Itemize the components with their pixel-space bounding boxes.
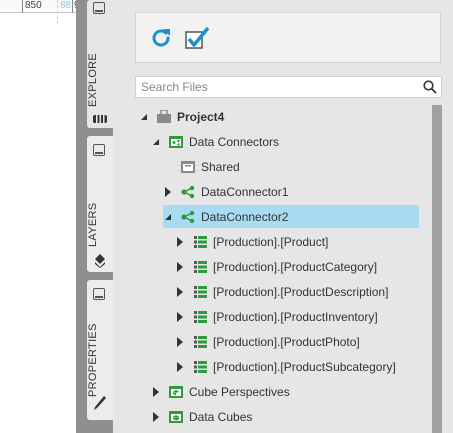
cube-perspectives-folder-icon xyxy=(169,385,183,399)
pin-icon[interactable] xyxy=(93,2,105,14)
tree-item-project[interactable]: Project4 xyxy=(139,105,224,128)
tree-item-dataconnector1[interactable]: DataConnector1 xyxy=(163,180,288,203)
tree-item-label: Data Connectors xyxy=(189,134,280,149)
table-icon xyxy=(193,335,207,349)
expand-arrow-icon[interactable] xyxy=(163,205,173,228)
tree-item-label: Shared xyxy=(201,159,240,174)
tree-item-label: [Production].[ProductCategory] xyxy=(213,259,378,274)
tree-item-label: Data Cubes xyxy=(189,409,253,424)
vertical-scrollbar[interactable] xyxy=(432,105,442,433)
pin-icon[interactable] xyxy=(93,144,105,156)
tab-explore-label: EXPLORE xyxy=(87,52,99,108)
tree-item-table[interactable]: [Production].[ProductSubcategory] xyxy=(175,355,396,378)
tree-item-table[interactable]: [Production].[Product] xyxy=(175,230,328,253)
data-cubes-folder-icon xyxy=(169,410,183,424)
data-connectors-folder-icon xyxy=(169,135,183,149)
collapse-arrow-icon[interactable] xyxy=(175,230,185,253)
collapse-arrow-icon[interactable] xyxy=(163,180,173,203)
tree-item-cube-perspectives[interactable]: Cube Perspectives xyxy=(151,380,290,403)
pencil-icon xyxy=(93,396,107,410)
collapse-arrow-icon[interactable] xyxy=(175,355,185,378)
design-canvas[interactable]: 850 88 90 xyxy=(0,0,85,433)
horizontal-ruler: 850 88 90 xyxy=(0,0,85,24)
table-icon xyxy=(193,310,207,324)
tree-item-table[interactable]: [Production].[ProductDescription] xyxy=(175,280,388,303)
layers-tab-icon xyxy=(93,254,107,268)
explore-tab-icon xyxy=(93,114,107,128)
collapse-arrow-icon[interactable] xyxy=(175,305,185,328)
table-icon xyxy=(193,360,207,374)
project-icon xyxy=(157,110,171,124)
collapse-arrow-icon[interactable] xyxy=(175,330,185,353)
tree-item-label: [Production].[ProductSubcategory] xyxy=(213,359,396,374)
search-button[interactable] xyxy=(421,79,439,95)
side-tab-strip: EXPLORE LAYERS PROPERTIES xyxy=(76,0,113,433)
select-all-button[interactable] xyxy=(184,25,210,51)
table-icon xyxy=(193,260,207,274)
pin-icon[interactable] xyxy=(93,288,105,300)
tree-item-table[interactable]: [Production].[ProductInventory] xyxy=(175,305,378,328)
refresh-button[interactable] xyxy=(148,25,174,51)
checkbox-checked-icon xyxy=(185,26,210,49)
tree-item-table[interactable]: [Production].[ProductCategory] xyxy=(175,255,377,278)
tab-layers[interactable]: LAYERS xyxy=(87,136,113,272)
shared-folder-icon xyxy=(181,160,195,174)
tree-item-table[interactable]: [Production].[ProductPhoto] xyxy=(175,330,360,353)
tree-item-label: DataConnector1 xyxy=(201,184,289,199)
collapse-arrow-icon[interactable] xyxy=(151,380,161,403)
tree-item-label: [Production].[ProductInventory] xyxy=(213,309,378,324)
expand-arrow-icon[interactable] xyxy=(151,130,161,153)
ruler-label-88: 88 xyxy=(60,0,72,11)
table-icon xyxy=(193,285,207,299)
search-box xyxy=(135,76,442,98)
ruler-tick xyxy=(72,0,73,13)
tree-item-shared[interactable]: Shared xyxy=(163,155,240,178)
tree-item-label: Cube Perspectives xyxy=(189,384,290,399)
ruler-tick xyxy=(22,0,23,13)
tree-item-label: DataConnector2 xyxy=(201,209,289,224)
tree-item-dataconnector2[interactable]: DataConnector2 xyxy=(163,205,419,228)
tab-properties[interactable]: PROPERTIES xyxy=(87,280,113,420)
ruler-label-850: 850 xyxy=(25,0,42,11)
tab-explore[interactable]: EXPLORE xyxy=(87,0,113,128)
explore-panel: Project4 Data Connectors Shared DataConn… xyxy=(113,0,453,433)
explore-toolbar xyxy=(135,12,441,63)
tree-item-label: [Production].[Product] xyxy=(213,234,329,249)
refresh-icon xyxy=(152,29,170,47)
tree-item-data-connectors[interactable]: Data Connectors xyxy=(151,130,279,153)
tree-item-label: Project4 xyxy=(177,109,225,124)
file-tree: Project4 Data Connectors Shared DataConn… xyxy=(135,105,435,433)
tab-properties-label: PROPERTIES xyxy=(87,323,99,397)
tree-item-label: [Production].[ProductDescription] xyxy=(213,284,389,299)
tab-layers-label: LAYERS xyxy=(87,202,99,248)
search-icon xyxy=(423,80,437,94)
collapse-arrow-icon[interactable] xyxy=(151,405,161,428)
data-connector-icon xyxy=(181,210,195,224)
collapse-arrow-icon[interactable] xyxy=(175,280,185,303)
expand-arrow-icon[interactable] xyxy=(139,105,149,128)
collapse-arrow-icon[interactable] xyxy=(175,255,185,278)
tree-item-data-cubes[interactable]: Data Cubes xyxy=(151,405,252,428)
data-connector-icon xyxy=(181,185,195,199)
tree-item-label: [Production].[ProductPhoto] xyxy=(213,334,360,349)
table-icon xyxy=(193,235,207,249)
search-input[interactable] xyxy=(136,77,416,97)
ruler-guide-line xyxy=(57,0,58,24)
